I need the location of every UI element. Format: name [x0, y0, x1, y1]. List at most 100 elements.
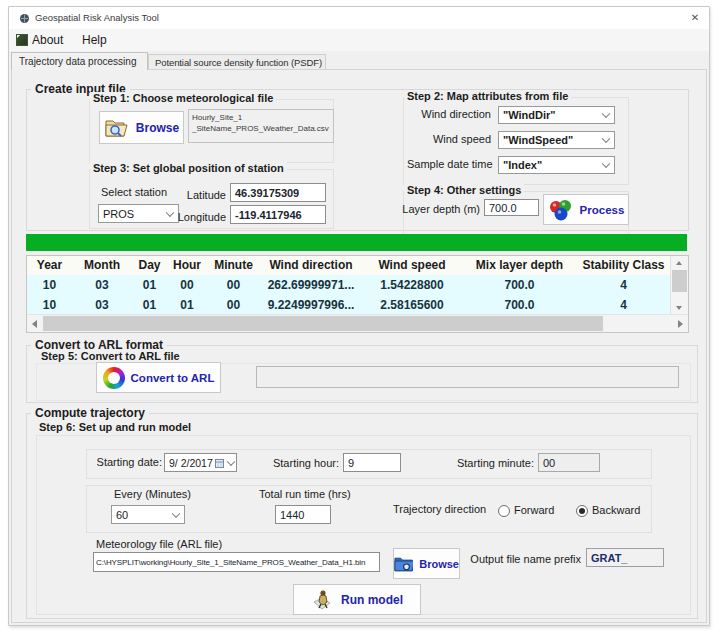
chevron-down-icon [227, 457, 235, 465]
file-name-line1: Hourly_Site_1 [192, 112, 330, 123]
browse-meteorological-file-button[interactable]: Browse [99, 111, 184, 144]
table-horizontal-scrollbar[interactable] [27, 314, 688, 332]
sample-date-time-dropdown[interactable]: "Index" [498, 156, 615, 174]
table-cell: 1.54228800 [362, 275, 462, 295]
every-minutes-dropdown[interactable]: 60 [111, 505, 185, 524]
step5-title: Step 5: Convert to ARL file [41, 350, 180, 362]
run-model-button[interactable]: Run model [293, 584, 421, 615]
table-header-month: Month [72, 256, 132, 275]
chevron-down-icon [172, 509, 180, 517]
calendar-icon [215, 459, 224, 468]
table-cell: 10 [27, 275, 72, 295]
wind-direction-value: "WindDir" [503, 109, 556, 121]
latitude-field[interactable]: 46.39175309 [230, 183, 326, 202]
table-cell: 10 [27, 295, 72, 315]
run-model-button-label: Run model [341, 593, 403, 607]
folder-search-icon [104, 117, 130, 139]
table-cell: 03 [72, 275, 132, 295]
layer-depth-label: Layer depth (m) [389, 203, 480, 215]
step6-title: Step 6: Set up and run model [39, 421, 191, 433]
table-row[interactable]: 10030101009.2249997996...2.58165600700.0… [27, 295, 688, 315]
total-run-time-value: 1440 [280, 509, 304, 521]
app-icon [19, 13, 30, 24]
convert-progress-bar [256, 366, 679, 388]
file-name-line2: _SiteName_PROS_Weather_Data.csv [192, 123, 330, 134]
total-run-time-field[interactable]: 1440 [275, 505, 331, 524]
forward-radio[interactable] [498, 505, 510, 517]
chevron-down-icon [602, 110, 610, 118]
step4-title: Step 4: Other settings [404, 184, 524, 196]
folder-blue-icon [394, 555, 413, 572]
browse-arl-button-label: Browse [419, 558, 459, 570]
scroll-up-icon[interactable] [676, 261, 682, 265]
wind-direction-dropdown[interactable]: "WindDir" [498, 106, 615, 124]
forward-radio-label: Forward [514, 504, 554, 516]
longitude-field[interactable]: -119.4117946 [230, 205, 326, 224]
starting-date-value: 9/ 2/2017 [169, 457, 213, 469]
table-header-day: Day [132, 256, 167, 275]
meteorology-file-label: Meteorology file (ARL file) [96, 538, 222, 550]
table-cell: 01 [132, 275, 167, 295]
every-minutes-value: 60 [116, 509, 128, 521]
sample-date-time-value: "Index" [503, 159, 542, 171]
radio-selected-dot [579, 508, 585, 514]
meteorology-file-field[interactable]: C:\HYSPLIT\working\Hourly_Site_1_SiteNam… [93, 552, 380, 572]
table-vertical-scrollbar[interactable] [670, 256, 688, 315]
convert-to-arl-button[interactable]: Convert to ARL [96, 362, 221, 393]
table-cell: 4 [577, 275, 670, 295]
weather-data-table: YearMonthDayHourMinuteWind directionWind… [26, 255, 689, 333]
table-header-wind-speed: Wind speed [362, 256, 462, 275]
layer-depth-value: 700.0 [489, 202, 517, 214]
convert-arl-icon [103, 367, 125, 389]
table-cell: 00 [167, 275, 207, 295]
table-cell: 00 [207, 295, 260, 315]
total-run-time-label: Total run time (hrs) [259, 488, 351, 500]
starting-minute-field[interactable]: 00 [538, 453, 600, 472]
step2-title: Step 2: Map attributes from file [404, 90, 571, 102]
table-cell: 01 [132, 295, 167, 315]
starting-date-picker[interactable]: 9/ 2/2017 [164, 453, 237, 472]
process-progress-bar [26, 234, 687, 251]
tab-psdf[interactable]: Potential source density function (PSDF) [148, 54, 326, 70]
table-header-year: Year [27, 256, 72, 275]
process-button[interactable]: Process [543, 194, 629, 225]
select-station-label: Select station [101, 186, 167, 198]
table-header-wind-direction: Wind direction [260, 256, 362, 275]
vertical-scroll-thumb[interactable] [672, 270, 687, 292]
table-cell: 700.0 [462, 295, 577, 315]
starting-hour-field[interactable]: 9 [343, 453, 401, 472]
wind-speed-label: Wind speed [407, 133, 491, 145]
browse-arl-file-button[interactable]: Browse [393, 548, 460, 579]
meteorology-file-value: C:\HYSPLIT\working\Hourly_Site_1_SiteNam… [96, 558, 365, 567]
menu-help[interactable]: Help [82, 29, 107, 51]
page: Geospatial Risk Analysis Tool ✕ About He… [0, 0, 720, 635]
table-cell: 262.69999971... [260, 275, 362, 295]
table-header-stability-class: Stability Class [577, 256, 670, 275]
select-station-value: PROS [103, 208, 134, 220]
backward-radio[interactable] [576, 505, 588, 517]
process-icon [548, 197, 574, 223]
wind-direction-label: Wind direction [407, 108, 491, 120]
about-icon [16, 34, 28, 46]
table-cell: 4 [577, 295, 670, 315]
starting-hour-label: Starting hour: [261, 457, 339, 469]
wind-speed-dropdown[interactable]: "WindSpeed" [498, 131, 615, 149]
tab-trajectory-data-processing[interactable]: Trajectory data processing [11, 52, 148, 70]
close-button[interactable]: ✕ [687, 7, 703, 29]
scroll-down-icon[interactable] [676, 306, 682, 310]
run-model-icon [311, 588, 335, 612]
table-cell: 01 [167, 295, 207, 315]
layer-depth-field[interactable]: 700.0 [484, 199, 539, 216]
scroll-right-icon[interactable] [678, 320, 683, 328]
title-bar: Geospatial Risk Analysis Tool ✕ [9, 7, 709, 29]
table-row[interactable]: 1003010000262.69999971...1.54228800700.0… [27, 275, 688, 295]
chevron-down-icon [602, 160, 610, 168]
scroll-left-icon[interactable] [32, 320, 37, 328]
sample-date-time-label: Sample date time [407, 158, 491, 170]
backward-radio-label: Backward [592, 504, 640, 516]
step3-title: Step 3: Set global position of station [90, 162, 287, 174]
menu-about[interactable]: About [32, 29, 63, 51]
horizontal-scroll-thumb[interactable] [43, 316, 603, 331]
wind-speed-value: "WindSpeed" [503, 134, 573, 146]
output-prefix-field[interactable]: GRAT_ [586, 548, 664, 567]
